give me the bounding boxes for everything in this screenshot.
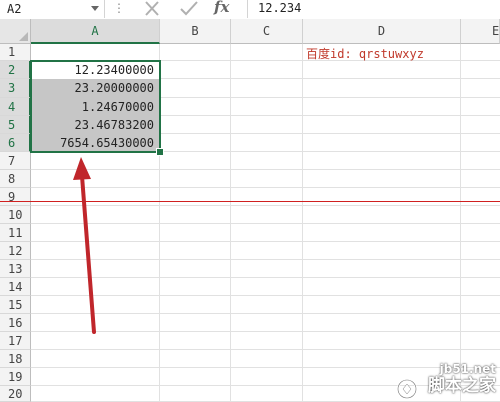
watermark-url: jb51.net <box>439 362 496 376</box>
annotation-arrow-icon <box>73 157 96 334</box>
watermark-logo-icon <box>397 379 417 399</box>
watermark-name: 脚本之家 <box>428 376 496 396</box>
watermark: jb51.net 脚本之家 <box>428 362 496 396</box>
